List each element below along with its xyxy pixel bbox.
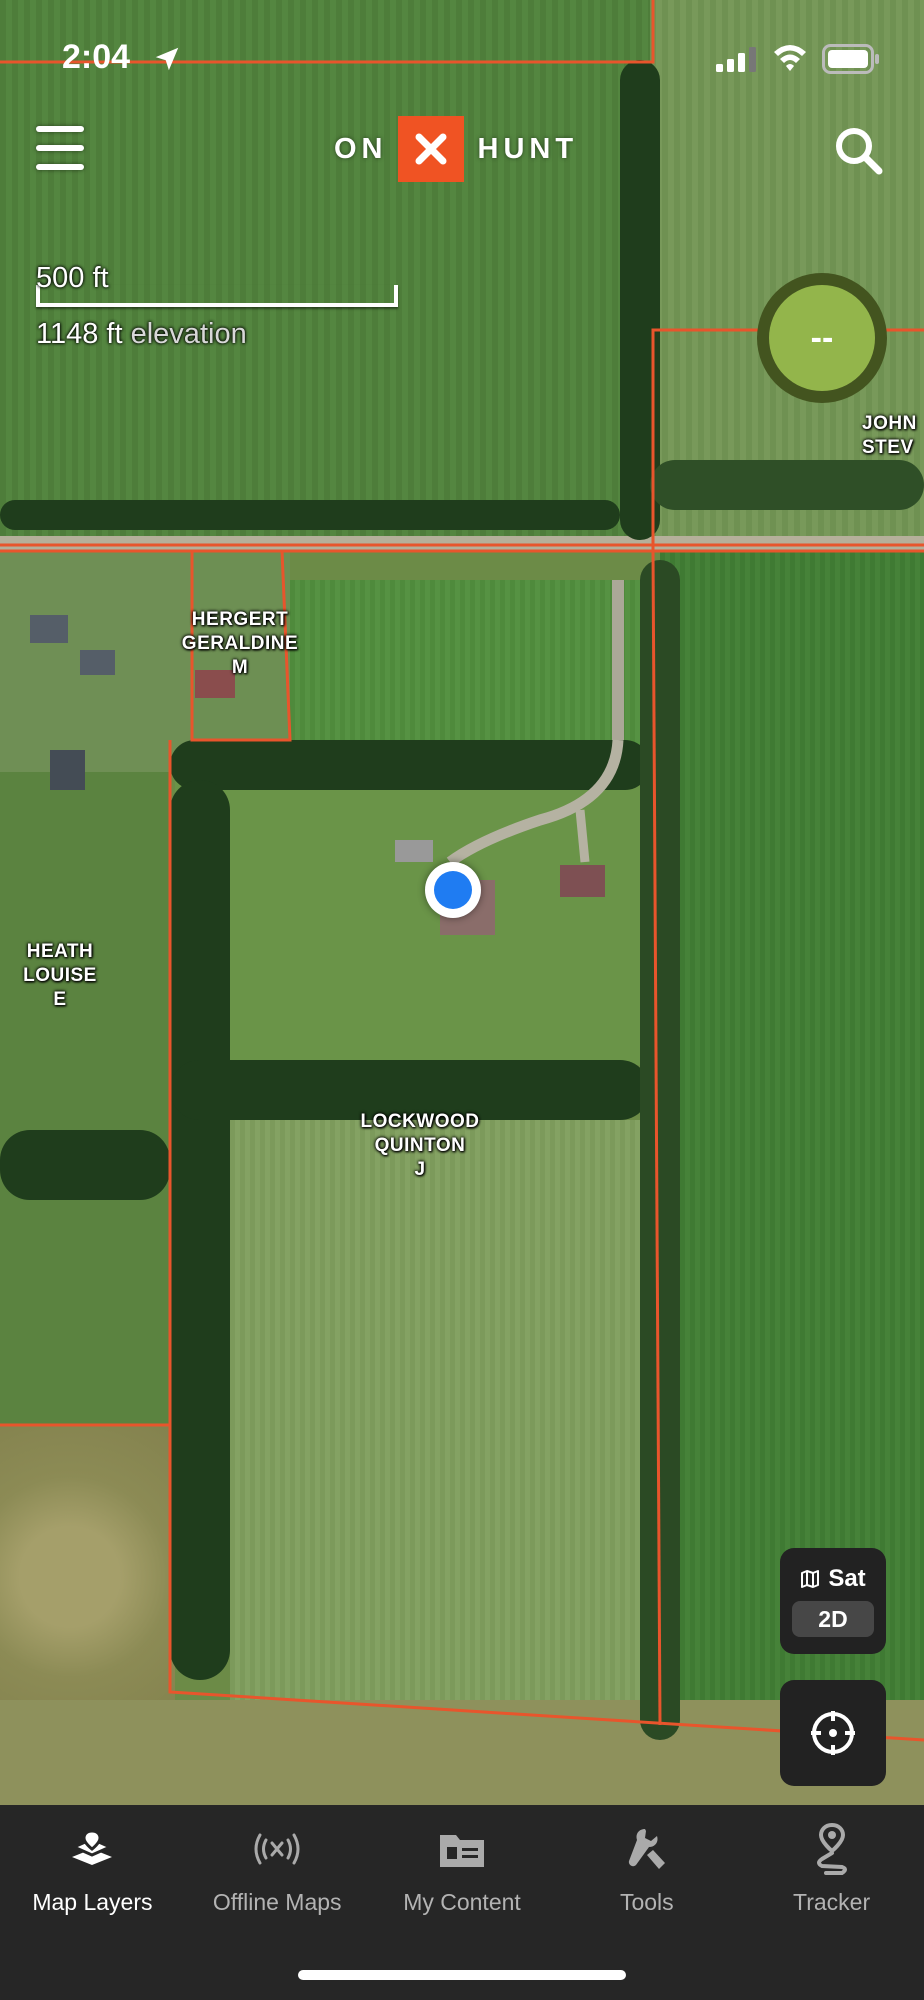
tab-map-layers[interactable]: Map Layers — [0, 1805, 185, 1925]
tab-label: Offline Maps — [212, 1889, 342, 1915]
logo-text-left: ON — [334, 132, 388, 165]
gps-status-button[interactable]: -- — [757, 273, 887, 403]
elevation-readout: 1148 ft elevation — [36, 318, 247, 351]
menu-button[interactable] — [36, 126, 86, 170]
gps-readout: -- — [769, 285, 875, 391]
parcel-owner-heath[interactable]: HEATH LOUISE E — [10, 940, 110, 1012]
hamburger-menu-icon — [36, 145, 84, 151]
map-scale: 500 ft — [36, 262, 402, 307]
parcel-owner-lockwood[interactable]: LOCKWOOD QUINTON J — [340, 1110, 500, 1182]
tracker-icon — [806, 1823, 858, 1875]
elevation-value: 1148 ft — [36, 318, 123, 350]
battery-icon — [822, 44, 879, 74]
tab-my-content[interactable]: My Content — [370, 1805, 555, 1925]
current-location-dot — [425, 862, 481, 918]
tab-label: Tools — [619, 1889, 674, 1915]
compass-icon — [811, 1711, 855, 1755]
compass-button[interactable] — [780, 1680, 886, 1786]
tab-tools[interactable]: Tools — [554, 1805, 739, 1925]
tab-label: My Content — [403, 1889, 521, 1915]
search-button[interactable] — [834, 126, 884, 176]
search-icon — [836, 128, 883, 175]
elevation-word: elevation — [130, 318, 247, 350]
map-layers-icon — [66, 1823, 118, 1875]
tab-label: Tracker — [793, 1889, 871, 1915]
status-bar: 2:04 — [0, 0, 924, 115]
offline-maps-icon — [251, 1823, 303, 1875]
x-mark-icon — [397, 116, 464, 182]
tab-offline-maps[interactable]: Offline Maps — [185, 1805, 370, 1925]
view-mode-toggle[interactable]: 2D — [792, 1601, 874, 1637]
my-content-icon — [436, 1823, 488, 1875]
map-icon — [801, 1570, 820, 1588]
parcel-owner-john[interactable]: JOHN STEV — [862, 412, 924, 460]
home-indicator[interactable] — [298, 1970, 626, 1980]
location-arrow-icon — [155, 47, 179, 71]
tools-icon — [621, 1823, 673, 1875]
onx-hunt-logo: ON HUNT — [334, 116, 578, 182]
tab-tracker[interactable]: Tracker — [739, 1805, 924, 1925]
cellular-signal-icon — [716, 47, 756, 72]
logo-text-right: HUNT — [477, 132, 579, 165]
hamburger-menu-icon — [36, 164, 84, 170]
tab-label: Map Layers — [32, 1889, 153, 1915]
status-time: 2:04 — [62, 38, 131, 76]
basemap-toggle-button[interactable]: Sat 2D — [780, 1548, 886, 1654]
wifi-icon — [774, 45, 806, 71]
hamburger-menu-icon — [36, 126, 84, 132]
parcel-owner-hergert[interactable]: HERGERT GERALDINE M — [170, 608, 310, 680]
basemap-label: Sat — [828, 1565, 866, 1592]
